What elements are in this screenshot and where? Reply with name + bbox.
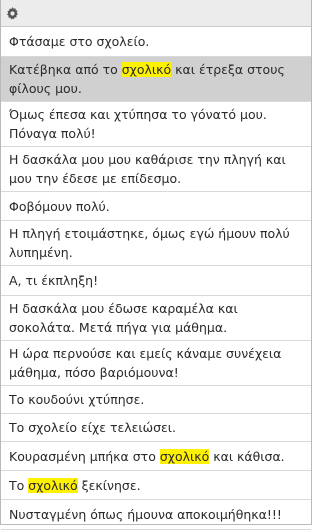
- list-item[interactable]: Το κουδούνι χτύπησε.: [1, 386, 311, 414]
- sentence-text: Η δασκάλα μου έδωσε καραμέλα και σοκολάτ…: [9, 301, 238, 335]
- list-item[interactable]: Το σχολικό ξεκίνησε.: [1, 471, 311, 500]
- list-item-selected[interactable]: Κατέβηκα από το σχολικό και έτρεξα στους…: [1, 57, 311, 102]
- sentence-list-panel: Φτάσαμε στο σχολείο. Κατέβηκα από το σχο…: [0, 0, 312, 530]
- toolbar: [1, 0, 311, 27]
- sentence-text: Το σχολείο είχε τελειώσει.: [9, 420, 177, 435]
- gear-icon[interactable]: [5, 6, 19, 20]
- sentence-text: Το σχολικό ξεκίνησε.: [9, 477, 141, 493]
- sentence-text: Κατέβηκα από το σχολικό και έτρεξα στους…: [9, 62, 285, 96]
- list-item[interactable]: Όμως έπεσα και χτύπησα το γόνατό μου. Πό…: [1, 102, 311, 147]
- highlighted-word: σχολικό: [28, 477, 78, 493]
- sentence-text: Η δασκάλα μου μου καθάρισε την πληγή και…: [9, 152, 286, 186]
- sentence-text: Φτάσαμε στο σχολείο.: [9, 34, 150, 49]
- highlighted-word: σχολικό: [121, 62, 172, 77]
- list-item[interactable]: Η πληγή ετοιμάστηκε, όμως εγώ ήμουν πολύ…: [1, 221, 311, 266]
- list-item[interactable]: Κουρασμένη μπήκα στο σχολικό και κάθισα.: [1, 442, 311, 471]
- sentence-text: Κουρασμένη μπήκα στο σχολικό και κάθισα.: [9, 448, 285, 464]
- list-item[interactable]: Φοβόμουν πολύ.: [1, 192, 311, 221]
- sentence-text: Το κουδούνι χτύπησε.: [9, 392, 145, 407]
- sentence-text: Η πληγή ετοιμάστηκε, όμως εγώ ήμουν πολύ…: [9, 226, 290, 260]
- sentence-list: Φτάσαμε στο σχολείο. Κατέβηκα από το σχο…: [1, 27, 311, 530]
- list-item[interactable]: Α, τι έκπληξη!: [1, 266, 311, 296]
- list-item[interactable]: Φτάσαμε στο σχολείο.: [1, 27, 311, 57]
- sentence-text: Όμως έπεσα και χτύπησα το γόνατό μου. Πό…: [9, 107, 267, 141]
- list-item[interactable]: Η δασκάλα μου μου καθάρισε την πληγή και…: [1, 147, 311, 192]
- sentence-text: Νυσταγμένη όπως ήμουνα αποκοιμήθηκα!!!: [9, 507, 282, 522]
- sentence-text: Φοβόμουν πολύ.: [9, 198, 110, 214]
- sentence-text: Η ώρα περνούσε και εμείς κάναμε συνέχεια…: [9, 346, 282, 380]
- list-item[interactable]: Η ώρα περνούσε και εμείς κάναμε συνέχεια…: [1, 341, 311, 386]
- highlighted-word: σχολικό: [159, 448, 210, 464]
- list-item[interactable]: Το σχολείο είχε τελειώσει.: [1, 414, 311, 442]
- sentence-text: Α, τι έκπληξη!: [9, 273, 99, 288]
- list-item[interactable]: Η δασκάλα μου έδωσε καραμέλα και σοκολάτ…: [1, 296, 311, 341]
